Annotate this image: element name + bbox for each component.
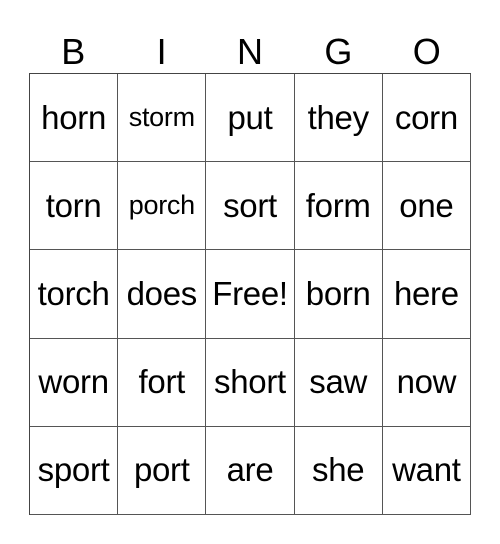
bingo-cell: they bbox=[294, 74, 383, 163]
bingo-grid: horn storm put they corn torn porch sort… bbox=[29, 73, 471, 515]
bingo-cell: now bbox=[382, 338, 471, 427]
bingo-cell: are bbox=[206, 426, 295, 515]
bingo-cell: short bbox=[206, 338, 295, 427]
bingo-cell: born bbox=[294, 250, 383, 339]
bingo-cell: put bbox=[206, 74, 295, 163]
bingo-cell: want bbox=[382, 426, 471, 515]
free-space-cell: Free! bbox=[206, 250, 295, 339]
bingo-cell: corn bbox=[382, 74, 471, 163]
bingo-cell: form bbox=[294, 162, 383, 251]
header-letter-i: I bbox=[156, 31, 167, 72]
bingo-cell: torn bbox=[30, 162, 119, 251]
header-letter-b: B bbox=[61, 31, 86, 72]
bingo-cell: port bbox=[118, 426, 207, 515]
header-letter-o: O bbox=[412, 31, 441, 72]
bingo-cell: sort bbox=[206, 162, 295, 251]
bingo-header: B I N G O bbox=[29, 30, 471, 74]
bingo-cell: fort bbox=[118, 338, 207, 427]
bingo-cell: here bbox=[382, 250, 471, 339]
bingo-cell: torch bbox=[30, 250, 119, 339]
bingo-cell: she bbox=[294, 426, 383, 515]
bingo-cell: sport bbox=[30, 426, 119, 515]
bingo-cell: worn bbox=[30, 338, 119, 427]
bingo-cell: saw bbox=[294, 338, 383, 427]
bingo-cell: storm bbox=[118, 74, 207, 163]
bingo-cell: does bbox=[118, 250, 207, 339]
bingo-cell: one bbox=[382, 162, 471, 251]
bingo-cell: horn bbox=[30, 74, 119, 163]
header-letter-n: N bbox=[236, 31, 263, 72]
bingo-cell: porch bbox=[118, 162, 207, 251]
header-letter-g: G bbox=[324, 31, 353, 72]
